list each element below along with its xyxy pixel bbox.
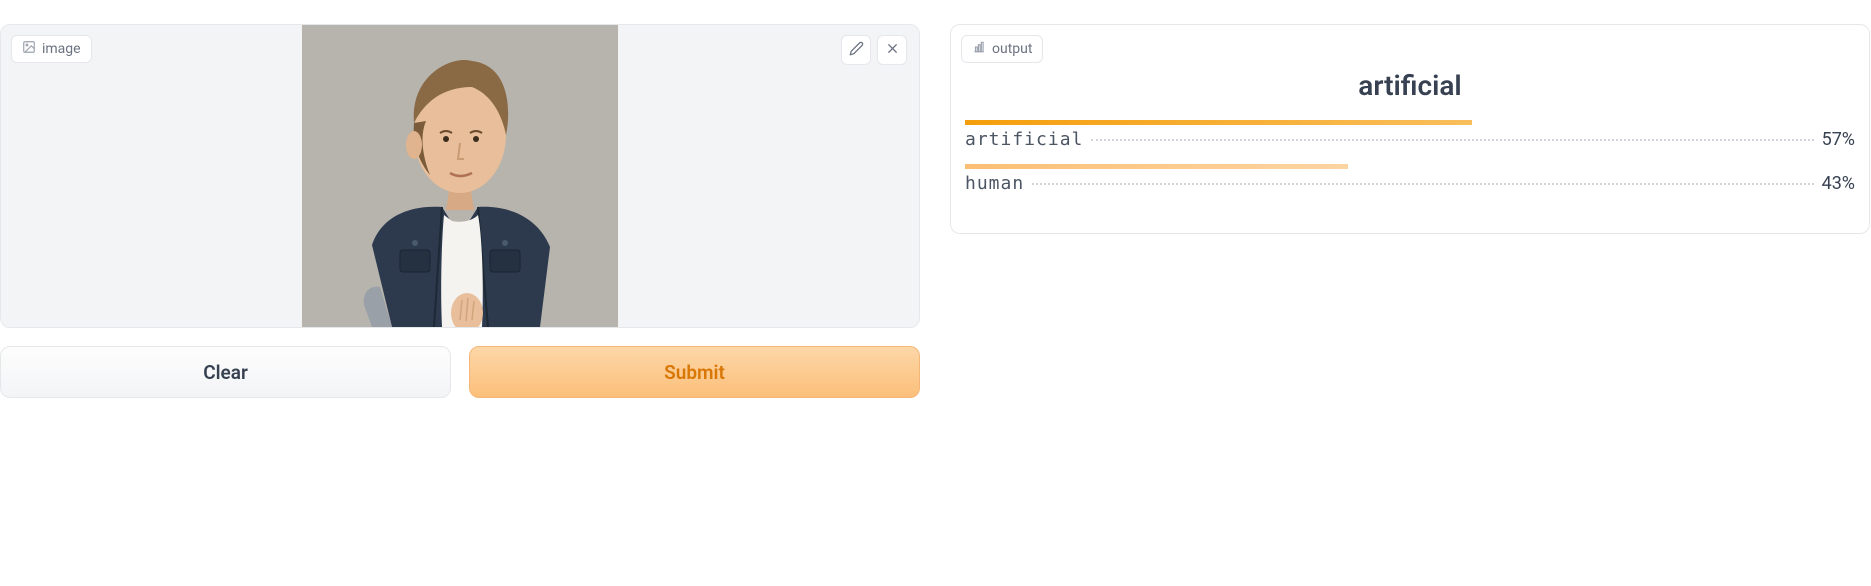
- image-preview-area[interactable]: [1, 25, 919, 327]
- button-row: Clear Submit: [0, 346, 920, 398]
- clear-button[interactable]: Clear: [0, 346, 451, 398]
- result-bar: [965, 164, 1855, 169]
- result-bar-fill: [965, 164, 1348, 169]
- results-list: artificial 57% human 43%: [965, 120, 1855, 194]
- result-text: artificial 57%: [965, 129, 1855, 150]
- right-panel: output artificial artificial 57% human 43%: [950, 0, 1870, 398]
- close-icon: [885, 41, 900, 60]
- output-top-prediction: artificial: [965, 69, 1855, 102]
- result-percent: 43%: [1822, 173, 1855, 194]
- result-row: human 43%: [965, 164, 1855, 194]
- image-block-label: image: [11, 35, 92, 63]
- output-block-label-text: output: [992, 41, 1032, 57]
- uploaded-image: [302, 25, 618, 327]
- submit-button[interactable]: Submit: [469, 346, 920, 398]
- result-label: artificial: [965, 129, 1083, 150]
- image-icon: [22, 40, 36, 58]
- clear-button-label: Clear: [203, 361, 248, 384]
- result-bar: [965, 120, 1855, 125]
- image-block: image: [0, 24, 920, 328]
- submit-button-label: Submit: [664, 361, 725, 384]
- result-bar-fill: [965, 120, 1472, 125]
- result-dotted-line: [1032, 183, 1813, 185]
- output-block-label: output: [961, 35, 1043, 63]
- result-dotted-line: [1091, 139, 1813, 141]
- result-percent: 57%: [1822, 129, 1855, 150]
- output-block: output artificial artificial 57% human 43%: [950, 24, 1870, 234]
- remove-image-button[interactable]: [877, 35, 907, 65]
- bar-chart-icon: [972, 40, 986, 58]
- result-label: human: [965, 173, 1024, 194]
- edit-image-button[interactable]: [841, 35, 871, 65]
- result-row: artificial 57%: [965, 120, 1855, 150]
- image-block-label-text: image: [42, 41, 81, 57]
- result-text: human 43%: [965, 173, 1855, 194]
- pencil-icon: [849, 41, 864, 60]
- image-controls: [841, 35, 907, 65]
- left-panel: image: [0, 0, 920, 398]
